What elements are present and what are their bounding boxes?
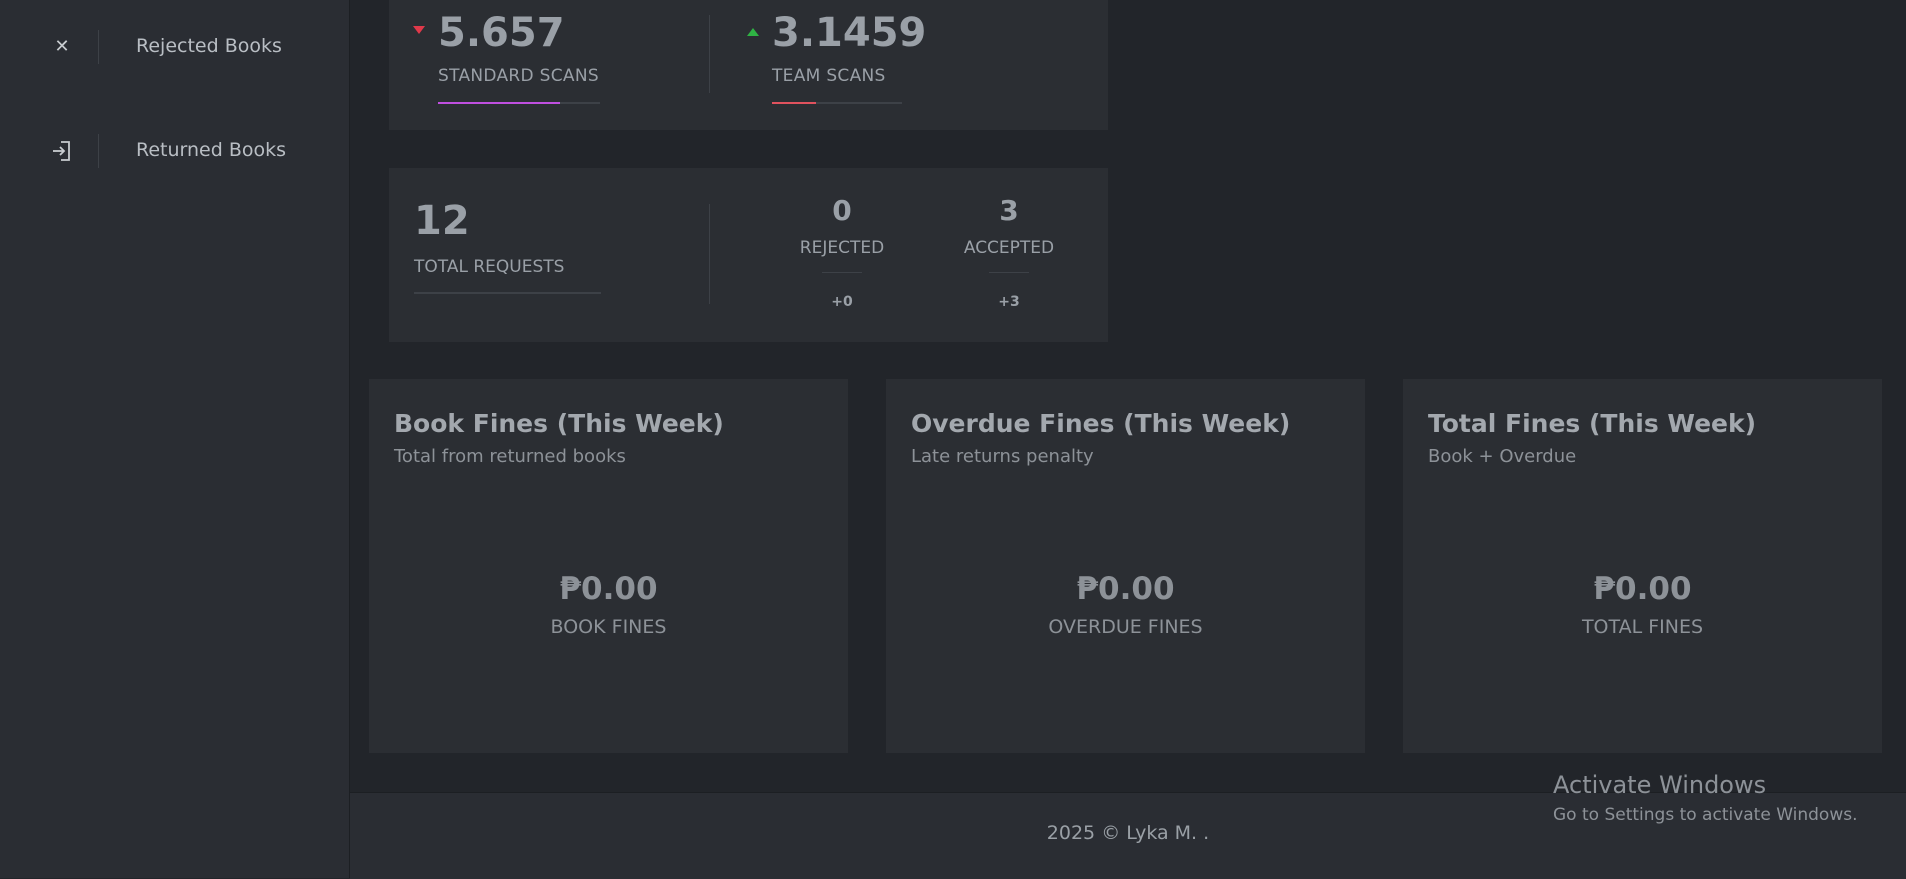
- card-subtitle: Total from returned books: [394, 446, 626, 467]
- standard-scans-value: 5.657: [438, 10, 565, 56]
- total-fines-label: TOTAL FINES: [1581, 616, 1704, 638]
- sidebar-item-returned-books[interactable]: Returned Books: [0, 116, 349, 186]
- sidebar: ✕ Rejected Books Returned Books: [0, 0, 350, 878]
- sidebar-item-rejected-books[interactable]: ✕ Rejected Books: [0, 12, 349, 82]
- trend-down-icon: [413, 26, 425, 34]
- divider: [709, 204, 710, 304]
- book-fines-label: BOOK FINES: [550, 616, 667, 638]
- requests-card: 12 TOTAL REQUESTS 0 REJECTED +0 3 ACCEPT…: [389, 168, 1108, 342]
- total-fines-amount: ₱0.00: [1593, 571, 1692, 607]
- watermark-title: Activate Windows: [1553, 771, 1767, 799]
- overdue-fines-label: OVERDUE FINES: [1048, 616, 1203, 638]
- rejected-label: REJECTED: [799, 238, 885, 258]
- standard-scans-progress-fill: [438, 102, 560, 104]
- sidebar-divider: [98, 30, 99, 64]
- standard-scans-progress: [438, 102, 600, 104]
- overdue-fines-card: Overdue Fines (This Week) Late returns p…: [886, 379, 1365, 753]
- team-scans-label: TEAM SCANS: [772, 66, 886, 86]
- team-scans-value: 3.1459: [772, 10, 927, 56]
- standard-scans-label: STANDARD SCANS: [438, 66, 599, 86]
- trend-up-icon: [747, 28, 759, 36]
- total-requests-value: 12: [414, 198, 470, 244]
- close-icon: ✕: [54, 36, 70, 57]
- card-title: Book Fines (This Week): [394, 409, 724, 438]
- total-requests-progress: [414, 292, 601, 294]
- footer-copyright: 2025 © Lyka M. .: [1046, 822, 1210, 844]
- card-subtitle: Book + Overdue: [1428, 446, 1577, 467]
- divider: [709, 15, 710, 93]
- rejected-divider: [822, 272, 862, 273]
- activate-windows-watermark: Activate Windows Go to Settings to activ…: [1553, 771, 1858, 825]
- rejected-delta: +0: [831, 294, 853, 310]
- card-title: Overdue Fines (This Week): [911, 409, 1291, 438]
- scans-card: 5.657 STANDARD SCANS 3.1459 TEAM SCANS: [389, 0, 1108, 130]
- total-requests-label: TOTAL REQUESTS: [414, 257, 565, 277]
- sidebar-item-label: Rejected Books: [136, 35, 282, 57]
- rejected-count: 0: [832, 194, 852, 227]
- book-fines-amount: ₱0.00: [559, 571, 658, 607]
- team-scans-progress: [772, 102, 902, 104]
- sign-in-icon: [50, 139, 74, 163]
- card-title: Total Fines (This Week): [1428, 409, 1757, 438]
- sidebar-item-label: Returned Books: [136, 139, 287, 161]
- accepted-count: 3: [999, 194, 1019, 227]
- overdue-fines-amount: ₱0.00: [1076, 571, 1175, 607]
- accepted-label: ACCEPTED: [963, 238, 1055, 258]
- watermark-subtitle: Go to Settings to activate Windows.: [1553, 805, 1858, 825]
- card-subtitle: Late returns penalty: [911, 446, 1094, 467]
- book-fines-card: Book Fines (This Week) Total from return…: [369, 379, 848, 753]
- team-scans-progress-fill: [772, 102, 817, 104]
- sidebar-divider: [98, 134, 99, 168]
- accepted-divider: [989, 272, 1029, 273]
- main-content: 5.657 STANDARD SCANS 3.1459 TEAM SCANS 1…: [350, 0, 1906, 878]
- total-fines-card: Total Fines (This Week) Book + Overdue ₱…: [1403, 379, 1882, 753]
- accepted-delta: +3: [998, 294, 1020, 310]
